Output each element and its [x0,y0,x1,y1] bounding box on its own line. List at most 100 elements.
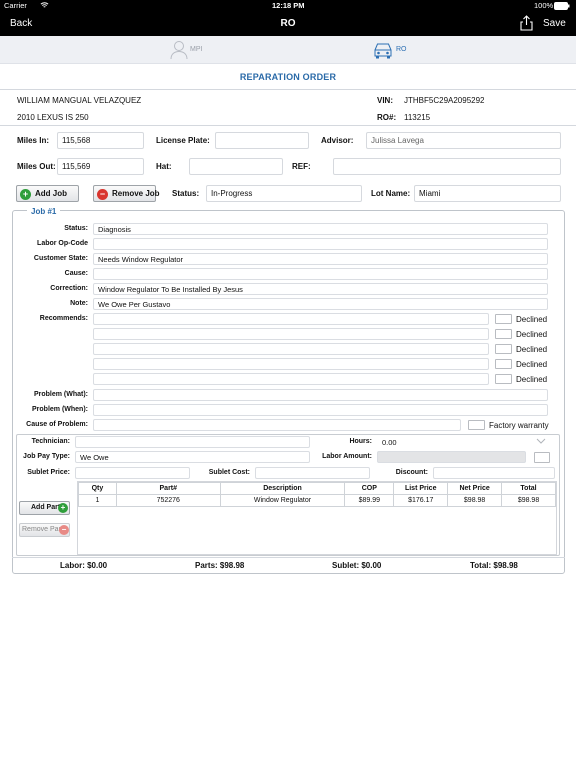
sublet-total: Sublet: $0.00 [332,561,382,570]
customer-name: WILLIAM MANGUAL VELAZQUEZ [17,96,142,105]
declined-label-2: Declined [516,330,548,339]
sublet-cost-field[interactable] [255,467,370,479]
job-status-field[interactable]: Diagnosis [93,223,548,235]
share-icon[interactable] [520,15,533,34]
status-field[interactable]: In-Progress [206,185,362,202]
parts-total: Parts: $98.98 [195,561,245,570]
license-plate-field[interactable] [215,132,309,149]
job-pay-type-label: Job Pay Type: [23,453,70,460]
col-net-price: Net Price [447,482,503,495]
add-job-button[interactable]: + Add Job [16,185,79,202]
recommends-label: Recommends: [39,315,88,322]
tab-mpi[interactable]: MPI [190,46,202,53]
remove-part-button[interactable]: Remove Part − [19,523,70,537]
note-label: Note: [70,300,88,307]
correction-label: Correction: [50,285,88,292]
recommend-field-3[interactable] [93,343,489,355]
recommend-field-2[interactable] [93,328,489,340]
remove-part-label: Remove Part [22,526,63,533]
plus-icon: + [58,503,68,513]
col-part-number: Part# [115,482,221,495]
customer-state-label: Customer State: [33,255,88,262]
navigation-bar: Back RO Save [0,12,576,36]
miles-in-field[interactable]: 115,568 [57,132,144,149]
minus-icon: − [59,525,69,535]
labor-amount-checkbox[interactable] [534,452,550,463]
declined-checkbox-4[interactable] [495,359,512,369]
recommend-field-1[interactable] [93,313,489,325]
save-button[interactable]: Save [543,18,566,29]
miles-out-label: Miles Out: [17,162,56,171]
remove-job-button[interactable]: − Remove Job [93,185,160,202]
hat-label: Hat: [156,162,172,171]
page-title: REPARATION ORDER [239,72,337,82]
factory-warranty-checkbox[interactable] [468,420,485,430]
person-icon[interactable] [170,40,188,62]
advisor-field[interactable]: Julissa Lavega [366,132,561,149]
problem-what-label: Problem (What): [33,391,88,398]
ref-label: REF: [292,162,311,171]
clock: 12:18 PM [272,1,305,10]
sublet-price-field[interactable] [75,467,190,479]
declined-label-4: Declined [516,360,548,369]
ro-number-value: 113215 [404,113,431,122]
miles-in-label: Miles In: [17,136,50,145]
chevron-down-icon[interactable] [536,437,546,446]
declined-checkbox-1[interactable] [495,314,512,324]
cause-field[interactable] [93,268,548,280]
correction-field[interactable]: Window Regulator To Be Installed By Jesu… [93,283,548,295]
declined-checkbox-5[interactable] [495,374,512,384]
miles-out-field[interactable]: 115,569 [57,158,144,175]
technician-label: Technician: [31,438,70,445]
sublet-cost-label: Sublet Cost: [208,469,250,476]
problem-when-field[interactable] [93,404,548,416]
recommend-field-5[interactable] [93,373,489,385]
hours-label: Hours: [349,438,372,445]
divider [0,125,576,126]
cause-of-problem-field[interactable] [93,419,461,431]
table-row[interactable]: 1 752276 Window Regulator $89.99 $176.17… [78,494,556,507]
problem-what-field[interactable] [93,389,548,401]
note-field[interactable]: We Owe Per Gustavo [93,298,548,310]
car-icon[interactable] [372,41,394,61]
tab-ro[interactable]: RO [396,46,407,53]
divider [12,557,565,558]
declined-label-5: Declined [516,375,548,384]
col-list-price: List Price [393,482,449,495]
job-pay-type-field[interactable]: We Owe [75,451,310,463]
cell-net-price: $98.98 [447,494,503,507]
recommend-field-4[interactable] [93,358,489,370]
declined-label-1: Declined [516,315,548,324]
add-part-label: Add Part [31,504,61,511]
add-part-button[interactable]: Add Part + [19,501,70,515]
carrier-label: Carrier [4,1,27,10]
declined-checkbox-2[interactable] [495,329,512,339]
labor-total: Labor: $0.00 [60,561,108,570]
ref-field[interactable] [333,158,561,175]
declined-checkbox-3[interactable] [495,344,512,354]
discount-label: Discount: [395,469,428,476]
plus-icon: + [20,189,31,200]
status-label: Status: [172,189,200,198]
lot-name-field[interactable]: Miami [414,185,561,202]
vin-value: JTHBF5C29A2095292 [404,96,485,105]
cause-of-problem-label: Cause of Problem: [26,421,88,428]
cell-total: $98.98 [501,494,556,507]
discount-field[interactable] [433,467,555,479]
col-qty: Qty [78,482,117,495]
hat-field[interactable] [189,158,283,175]
technician-field[interactable] [75,436,310,448]
cause-label: Cause: [64,270,88,277]
job-title: Job #1 [27,207,61,216]
customer-state-field[interactable]: Needs Window Regulator [93,253,548,265]
hours-field[interactable]: 0.00 [377,436,526,448]
nav-title: RO [280,18,296,29]
cell-list-price: $176.17 [393,494,449,507]
lot-name-label: Lot Name: [371,189,411,198]
job-status-label: Status: [64,225,88,232]
advisor-label: Advisor: [321,136,354,145]
divider [0,89,576,90]
labor-op-code-field[interactable] [93,238,548,250]
segment-bar: MPI RO [0,36,576,64]
wifi-icon [40,1,49,11]
